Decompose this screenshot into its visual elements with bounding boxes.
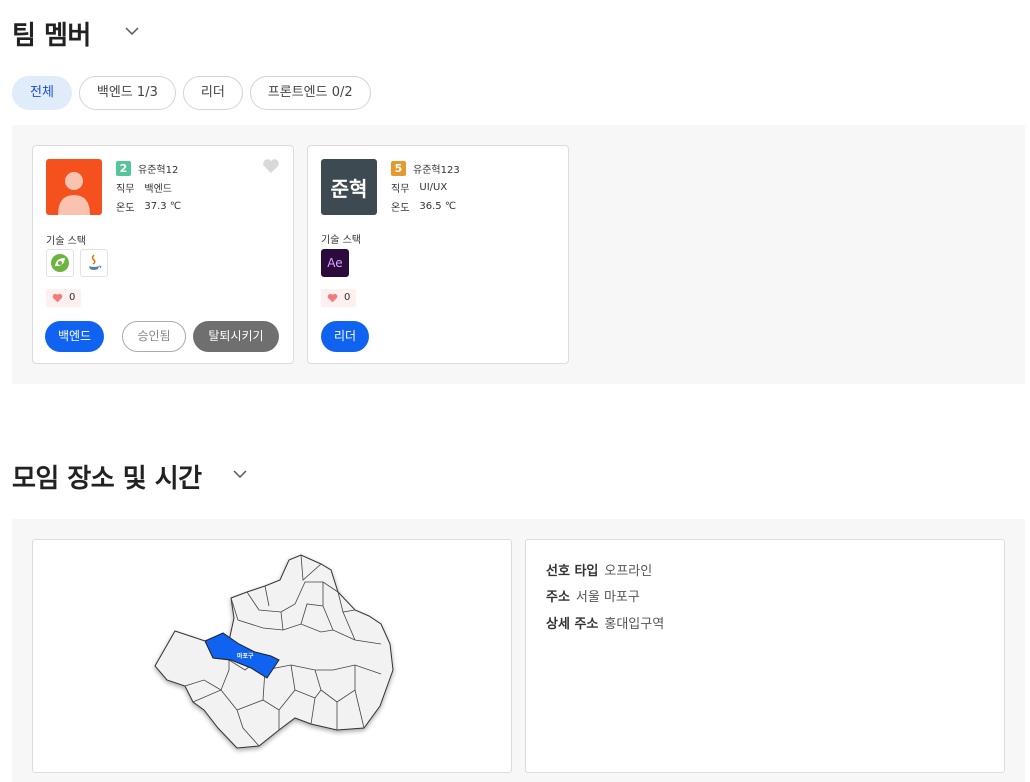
member-role: 백엔드 bbox=[144, 184, 173, 195]
tab-backend[interactable]: 백엔드 1/3 bbox=[78, 76, 176, 110]
detail-address-label: 상세 주소 bbox=[546, 617, 599, 632]
meeting-section-title: 모임 장소 및 시간 bbox=[12, 464, 202, 494]
position-button[interactable]: 백엔드 bbox=[45, 321, 104, 352]
detail-address-value: 홍대입구역 bbox=[604, 617, 665, 632]
member-info: 5 유준혁123 직무 UI/UX 온도 36.5 ℃ bbox=[391, 159, 460, 216]
member-filter-tabs: 전체 백엔드 1/3 리더 프론트엔드 0/2 bbox=[12, 76, 371, 110]
map-selected-district-label: 마포구 bbox=[237, 652, 254, 660]
meeting-panel: 마포구 선호 타입 오프라인 주소 서울 마포구 상세 주소 홍대입구역 bbox=[12, 519, 1025, 782]
member-info: 2 유준혁12 직무 백엔드 온도 37.3 ℃ bbox=[116, 159, 181, 216]
temperature-label: 온도 bbox=[391, 203, 410, 214]
role-label: 직무 bbox=[116, 184, 135, 195]
after-effects-icon: Ae bbox=[321, 249, 349, 277]
member-temperature: 36.5 ℃ bbox=[419, 201, 457, 212]
avatar: 준혁 bbox=[321, 159, 377, 215]
role-label: 직무 bbox=[391, 184, 410, 195]
detail-address-row: 상세 주소 홍대입구역 bbox=[546, 613, 664, 632]
seoul-district-map[interactable]: 마포구 bbox=[33, 540, 511, 772]
tab-frontend[interactable]: 프론트엔드 0/2 bbox=[249, 76, 371, 110]
preferred-type-row: 선호 타입 오프라인 bbox=[546, 560, 652, 579]
skill-list: Ae bbox=[321, 249, 349, 277]
preferred-type-label: 선호 타입 bbox=[546, 564, 599, 579]
member-cards-panel: 2 유준혁12 직무 백엔드 온도 37.3 ℃ 기술 스택 0 백엔드 승인됨… bbox=[12, 125, 1025, 384]
seoul-map-box: 마포구 bbox=[32, 539, 512, 773]
like-count: 0 bbox=[46, 289, 82, 307]
member-name: 유준혁12 bbox=[138, 165, 179, 176]
avatar bbox=[46, 159, 102, 215]
like-count-value: 0 bbox=[344, 292, 351, 303]
team-section-title: 팀 멤버 bbox=[12, 21, 91, 51]
address-value: 서울 마포구 bbox=[575, 590, 640, 605]
position-button[interactable]: 리더 bbox=[321, 321, 369, 352]
spring-icon bbox=[46, 249, 74, 277]
like-count: 0 bbox=[321, 289, 357, 307]
address-row: 주소 서울 마포구 bbox=[546, 586, 640, 605]
level-badge: 2 bbox=[116, 161, 131, 176]
team-collapse-chevron-down-icon[interactable] bbox=[125, 24, 139, 38]
member-role: UI/UX bbox=[419, 182, 448, 193]
member-temperature: 37.3 ℃ bbox=[144, 201, 182, 212]
temperature-label: 온도 bbox=[116, 203, 135, 214]
skill-list bbox=[46, 249, 108, 277]
after-effects-text: Ae bbox=[327, 256, 343, 270]
heart-icon bbox=[52, 293, 63, 303]
favorite-heart-icon[interactable] bbox=[262, 158, 280, 178]
kick-member-button[interactable]: 탈퇴시키기 bbox=[193, 321, 279, 352]
skills-label: 기술 스택 bbox=[46, 236, 86, 247]
like-count-value: 0 bbox=[69, 292, 76, 303]
tab-all[interactable]: 전체 bbox=[12, 76, 72, 110]
meeting-collapse-chevron-down-icon[interactable] bbox=[233, 467, 247, 481]
skills-label: 기술 스택 bbox=[321, 235, 361, 246]
location-info-box: 선호 타입 오프라인 주소 서울 마포구 상세 주소 홍대입구역 bbox=[525, 539, 1005, 773]
member-card: 2 유준혁12 직무 백엔드 온도 37.3 ℃ 기술 스택 0 백엔드 승인됨… bbox=[32, 145, 294, 364]
heart-icon bbox=[327, 293, 338, 303]
member-card: 준혁 5 유준혁123 직무 UI/UX 온도 36.5 ℃ 기술 스택 Ae … bbox=[307, 145, 569, 364]
java-icon bbox=[80, 249, 108, 277]
tab-leader[interactable]: 리더 bbox=[182, 76, 243, 110]
level-badge: 5 bbox=[391, 161, 406, 176]
avatar-initials: 준혁 bbox=[321, 159, 377, 215]
address-label: 주소 bbox=[546, 590, 570, 605]
member-name: 유준혁123 bbox=[413, 165, 460, 176]
preferred-type-value: 오프라인 bbox=[604, 564, 653, 579]
approved-status-button[interactable]: 승인됨 bbox=[122, 321, 186, 352]
